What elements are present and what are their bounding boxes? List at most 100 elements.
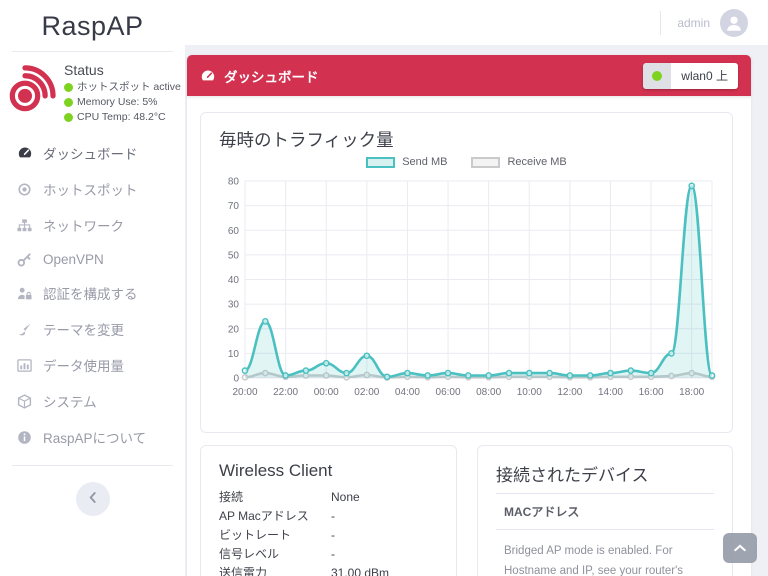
traffic-area-chart: 0 10 20 30 40 50 60 70 80 20:00 22:00 00:00 02:00 04:… [228,177,716,398]
status-memory-label: Memory Use: 5% [77,96,158,108]
chevron-left-icon [88,491,97,508]
wireless-client-table: 接続 None AP Macアドレス - ビットレート - 信号レベル - 送信… [219,488,438,576]
legend-label-receive: Receive MB [507,156,567,168]
svg-text:20: 20 [228,324,240,335]
status-hotspot: ホットスポット active [64,80,181,95]
svg-text:0: 0 [233,374,239,385]
sidebar-nav: ダッシュボード ホットスポット ネットワーク OpenVPN 認証を構成する テ… [0,135,185,455]
svg-text:12:00: 12:00 [557,387,582,398]
svg-text:18:00: 18:00 [679,387,704,398]
sitemap-icon [16,217,33,233]
sidebar-item-label: ダッシュボード [43,147,138,162]
svg-text:04:00: 04:00 [395,387,420,398]
table-row: 接続 None [219,488,438,507]
cube-icon [16,393,33,409]
scroll-to-top-button[interactable] [723,533,757,563]
sidebar-item-label: テーマを変更 [43,323,124,338]
svg-text:14:00: 14:00 [598,387,623,398]
sidebar-item-openvpn[interactable]: OpenVPN [0,243,185,275]
interface-up-dot [643,62,672,89]
svg-text:60: 60 [228,226,240,237]
sidebar-item-hotspot[interactable]: ホットスポット [0,171,185,207]
username-label: admin [677,15,710,30]
topbar: admin [185,0,768,45]
mac-address-column-header: MACアドレス [496,493,714,530]
row-label: 接続 [219,490,244,504]
row-value: - [331,547,335,561]
svg-text:08:00: 08:00 [476,387,501,398]
green-status-dot [64,113,73,122]
row-label: ビットレート [219,528,292,542]
legend-swatch-send [366,156,396,168]
tachometer-icon [200,68,216,84]
row-value: - [331,509,335,523]
status-cpu-temp-label: CPU Temp: 48.2°C [77,111,166,123]
table-row: AP Macアドレス - [219,507,438,526]
sidebar: RaspAP Status ホットスポット active Memory Use:… [0,0,185,576]
svg-text:20:00: 20:00 [232,387,257,398]
status-hotspot-label: ホットスポット active [77,81,181,93]
green-status-dot [64,98,73,107]
row-label: 送信電力 [219,566,268,576]
svg-text:00:00: 00:00 [314,387,339,398]
table-row: 送信電力 31.00 dBm [219,564,438,576]
svg-text:30: 30 [228,300,240,311]
interface-status-badge[interactable]: wlan0 上 [643,62,738,89]
sidebar-item-dashboard[interactable]: ダッシュボード [0,135,185,171]
wireless-client-card: Wireless Client 接続 None AP Macアドレス - ビット… [200,445,457,576]
chart-title: 毎時のトラフィック量 [219,130,394,150]
table-row: 信号レベル - [219,545,438,564]
sidebar-item-system[interactable]: システム [0,383,185,419]
sidebar-item-label: システム [43,395,97,410]
row-value: - [331,528,335,542]
info-circle-icon [16,429,33,445]
sidebar-item-authentication[interactable]: 認証を構成する [0,275,185,311]
raspap-signal-logo-icon [4,60,60,116]
paint-brush-icon [16,321,33,337]
table-row: ビットレート - [219,526,438,545]
svg-text:02:00: 02:00 [354,387,379,398]
svg-text:80: 80 [228,177,240,188]
user-avatar-icon[interactable] [720,8,748,37]
app-brand[interactable]: RaspAP [0,0,185,42]
row-value: None [331,490,360,504]
sidebar-item-label: ホットスポット [43,183,138,198]
key-icon [16,251,33,267]
bridged-mode-notice: Bridged AP mode is enabled. For Hostname… [504,545,684,576]
status-memory: Memory Use: 5% [64,95,181,110]
chevron-up-icon [734,539,746,557]
svg-text:70: 70 [228,201,240,212]
sidebar-item-theme[interactable]: テーマを変更 [0,311,185,347]
divider [660,10,662,35]
chart-bar-icon [16,357,33,373]
chart-legend: Send MB Receive MB [201,156,732,168]
sidebar-item-data-usage[interactable]: データ使用量 [0,347,185,383]
sidebar-item-network[interactable]: ネットワーク [0,207,185,243]
green-status-dot [652,70,663,81]
sidebar-item-label: OpenVPN [43,251,104,267]
sidebar-collapse-button[interactable] [75,482,110,516]
sidebar-item-label: 認証を構成する [43,287,138,302]
legend-label-send: Send MB [402,156,448,168]
svg-text:22:00: 22:00 [273,387,298,398]
page-title: ダッシュボード [224,69,319,85]
svg-text:10:00: 10:00 [517,387,542,398]
dot-circle-icon [16,181,33,197]
legend-swatch-receive [471,156,501,168]
wireless-client-title: Wireless Client [219,461,333,480]
sidebar-item-label: ネットワーク [43,219,124,234]
page-header: ダッシュボード wlan0 上 [187,55,751,96]
connected-devices-title: 接続されたデバイス [496,466,649,485]
legend-item-receive[interactable]: Receive MB [471,156,567,168]
status-cpu-temp: CPU Temp: 48.2°C [64,110,181,125]
row-label: AP Macアドレス [219,509,309,523]
svg-text:06:00: 06:00 [436,387,461,398]
sidebar-item-label: RaspAPについて [43,431,147,446]
user-lock-icon [16,285,33,301]
hourly-traffic-card: 毎時のトラフィック量 Send MB Receive MB 0 10 20 30 40 5… [200,112,733,433]
divider [12,465,173,466]
legend-item-send[interactable]: Send MB [366,156,447,168]
sidebar-item-about[interactable]: RaspAPについて [0,419,185,455]
connected-devices-card: 接続されたデバイス MACアドレス Bridged AP mode is ena… [477,445,733,576]
svg-text:40: 40 [228,275,240,286]
